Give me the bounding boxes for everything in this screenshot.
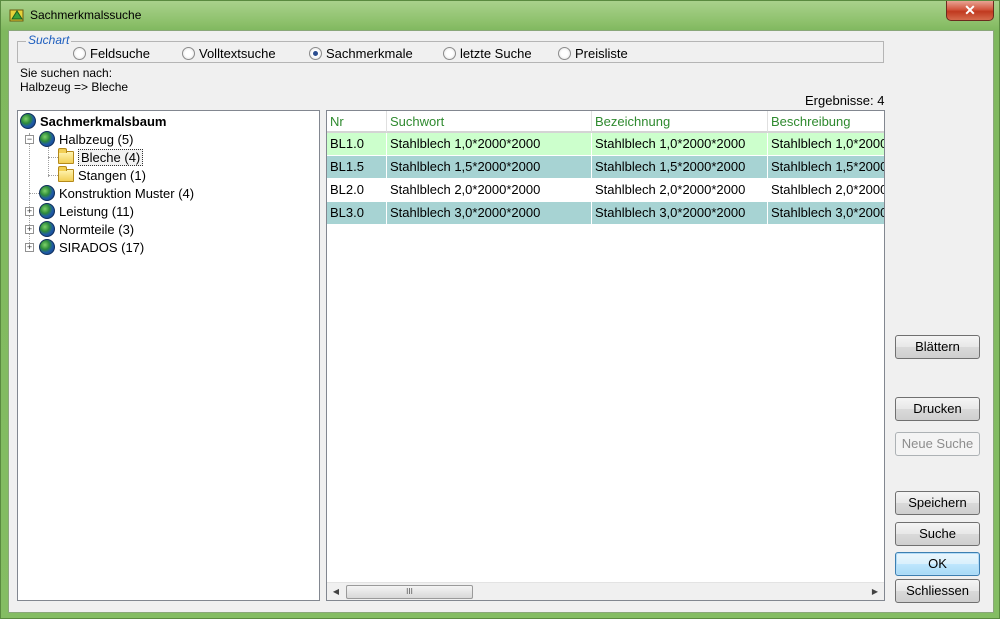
- tree-item-label: Normteile (3): [59, 221, 135, 237]
- tree-item-leistung[interactable]: Leistung (11): [39, 202, 134, 220]
- cell-nr: BL1.0: [327, 133, 387, 156]
- tree-item-bleche[interactable]: Bleche (4): [58, 147, 144, 166]
- dialog-window: Sachmerkmalssuche ✕ Suchart Feldsuche Vo…: [0, 0, 1000, 619]
- suchart-groupbox: Suchart Feldsuche Volltextsuche Sachmerk…: [17, 33, 884, 63]
- expand-icon[interactable]: +: [25, 207, 34, 216]
- tree-item-label: Bleche (4): [78, 148, 144, 166]
- scroll-left-icon[interactable]: ◀: [329, 585, 343, 599]
- category-tree[interactable]: Sachmerkmalsbaum − Halbzeug (5) Bleche (…: [17, 110, 320, 601]
- cell-suchwort: Stahlblech 1,0*2000*2000: [387, 133, 592, 156]
- globe-icon: [39, 221, 55, 237]
- tree-root-label: Sachmerkmalsbaum: [40, 113, 167, 129]
- cell-bezeichnung: Stahlblech 3,0*2000*2000: [592, 202, 768, 225]
- tree-item-label: Halbzeug (5): [59, 131, 134, 147]
- cell-beschreibung: Stahlblech 1,0*2000*2000: [768, 133, 884, 156]
- grid-header: Nr Suchwort Bezeichnung Beschreibung: [327, 111, 884, 133]
- radio-label: Volltextsuche: [199, 45, 276, 61]
- results-grid[interactable]: Nr Suchwort Bezeichnung Beschreibung BL1…: [326, 110, 885, 601]
- tree-root[interactable]: Sachmerkmalsbaum: [20, 112, 166, 130]
- folder-icon: [58, 165, 74, 182]
- radio-sachmerkmale[interactable]: Sachmerkmale: [309, 45, 413, 61]
- results-count: Ergebnisse: 4: [805, 93, 885, 108]
- tree-line: [48, 175, 58, 176]
- tree-item-sirados[interactable]: SIRADOS (17): [39, 238, 144, 256]
- column-header-beschreibung[interactable]: Beschreibung: [768, 111, 884, 133]
- globe-icon: [20, 113, 36, 129]
- tree-item-normteile[interactable]: Normteile (3): [39, 220, 134, 238]
- radio-feldsuche[interactable]: Feldsuche: [73, 45, 150, 61]
- cell-nr: BL3.0: [327, 202, 387, 225]
- search-path-info: Sie suchen nach: Halbzeug => Bleche: [20, 66, 128, 94]
- table-row[interactable]: BL1.5 Stahlblech 1,5*2000*2000 Stahlblec…: [327, 156, 884, 179]
- tree-line: [48, 147, 49, 177]
- cell-beschreibung: Stahlblech 1,5*2000*2000: [768, 156, 884, 179]
- collapse-icon[interactable]: −: [25, 135, 34, 144]
- cell-nr: BL2.0: [327, 179, 387, 202]
- radio-label: Feldsuche: [90, 45, 150, 61]
- folder-icon: [58, 147, 74, 164]
- ok-button[interactable]: OK: [895, 552, 980, 576]
- tree-item-label: Leistung (11): [59, 203, 134, 219]
- cell-suchwort: Stahlblech 3,0*2000*2000: [387, 202, 592, 225]
- radio-letzte-suche[interactable]: letzte Suche: [443, 45, 532, 61]
- tree-item-label: Stangen (1): [78, 167, 146, 183]
- radio-button-selected-icon: [309, 46, 322, 60]
- neue-suche-button[interactable]: Neue Suche: [895, 432, 980, 456]
- cell-beschreibung: Stahlblech 2,0*2000*2000: [768, 179, 884, 202]
- globe-icon: [39, 185, 55, 201]
- cell-bezeichnung: Stahlblech 1,0*2000*2000: [592, 133, 768, 156]
- radio-button-icon: [443, 46, 456, 60]
- column-header-bezeichnung[interactable]: Bezeichnung: [592, 111, 768, 133]
- radio-label: Sachmerkmale: [326, 45, 413, 61]
- globe-icon: [39, 131, 55, 147]
- globe-icon: [39, 203, 55, 219]
- title-bar[interactable]: Sachmerkmalssuche ✕: [1, 1, 999, 29]
- radio-preisliste[interactable]: Preisliste: [558, 45, 628, 61]
- drucken-button[interactable]: Drucken: [895, 397, 980, 421]
- cell-nr: BL1.5: [327, 156, 387, 179]
- cell-bezeichnung: Stahlblech 2,0*2000*2000: [592, 179, 768, 202]
- expand-icon[interactable]: +: [25, 243, 34, 252]
- globe-icon: [39, 239, 55, 255]
- horizontal-scrollbar[interactable]: ◀ III ▶: [327, 582, 884, 600]
- tree-line: [48, 157, 58, 158]
- suchart-legend: Suchart: [26, 33, 72, 47]
- close-window-button[interactable]: ✕: [946, 1, 994, 21]
- suche-button[interactable]: Suche: [895, 522, 980, 546]
- cell-bezeichnung: Stahlblech 1,5*2000*2000: [592, 156, 768, 179]
- radio-button-icon: [73, 46, 86, 60]
- radio-volltextsuche[interactable]: Volltextsuche: [182, 45, 276, 61]
- dialog-client-area: Suchart Feldsuche Volltextsuche Sachmerk…: [8, 30, 994, 613]
- search-info-line1: Sie suchen nach:: [20, 66, 113, 80]
- radio-label: Preisliste: [575, 45, 628, 61]
- tree-item-label: SIRADOS (17): [59, 239, 145, 255]
- tree-item-halbzeug[interactable]: Halbzeug (5): [39, 130, 133, 148]
- scroll-right-icon[interactable]: ▶: [868, 585, 882, 599]
- app-icon: [9, 9, 24, 22]
- expand-icon[interactable]: +: [25, 225, 34, 234]
- window-title: Sachmerkmalssuche: [30, 8, 142, 22]
- tree-item-stangen[interactable]: Stangen (1): [58, 165, 146, 184]
- blaettern-button[interactable]: Blättern: [895, 335, 980, 359]
- table-row[interactable]: BL3.0 Stahlblech 3,0*2000*2000 Stahlblec…: [327, 202, 884, 225]
- speichern-button[interactable]: Speichern: [895, 491, 980, 515]
- radio-label: letzte Suche: [460, 45, 532, 61]
- table-row[interactable]: BL1.0 Stahlblech 1,0*2000*2000 Stahlblec…: [327, 133, 884, 156]
- column-header-suchwort[interactable]: Suchwort: [387, 111, 592, 133]
- radio-button-icon: [558, 46, 571, 60]
- radio-button-icon: [182, 46, 195, 60]
- table-row[interactable]: BL2.0 Stahlblech 2,0*2000*2000 Stahlblec…: [327, 179, 884, 202]
- tree-item-label: Konstruktion Muster (4): [59, 185, 195, 201]
- cell-suchwort: Stahlblech 1,5*2000*2000: [387, 156, 592, 179]
- scrollbar-thumb[interactable]: III: [346, 585, 473, 599]
- tree-item-konstruktion-muster[interactable]: Konstruktion Muster (4): [39, 184, 194, 202]
- cell-suchwort: Stahlblech 2,0*2000*2000: [387, 179, 592, 202]
- search-info-line2: Halbzeug => Bleche: [20, 80, 129, 94]
- schliessen-button[interactable]: Schliessen: [895, 579, 980, 603]
- column-header-nr[interactable]: Nr: [327, 111, 387, 133]
- cell-beschreibung: Stahlblech 3,0*2000*2000: [768, 202, 884, 225]
